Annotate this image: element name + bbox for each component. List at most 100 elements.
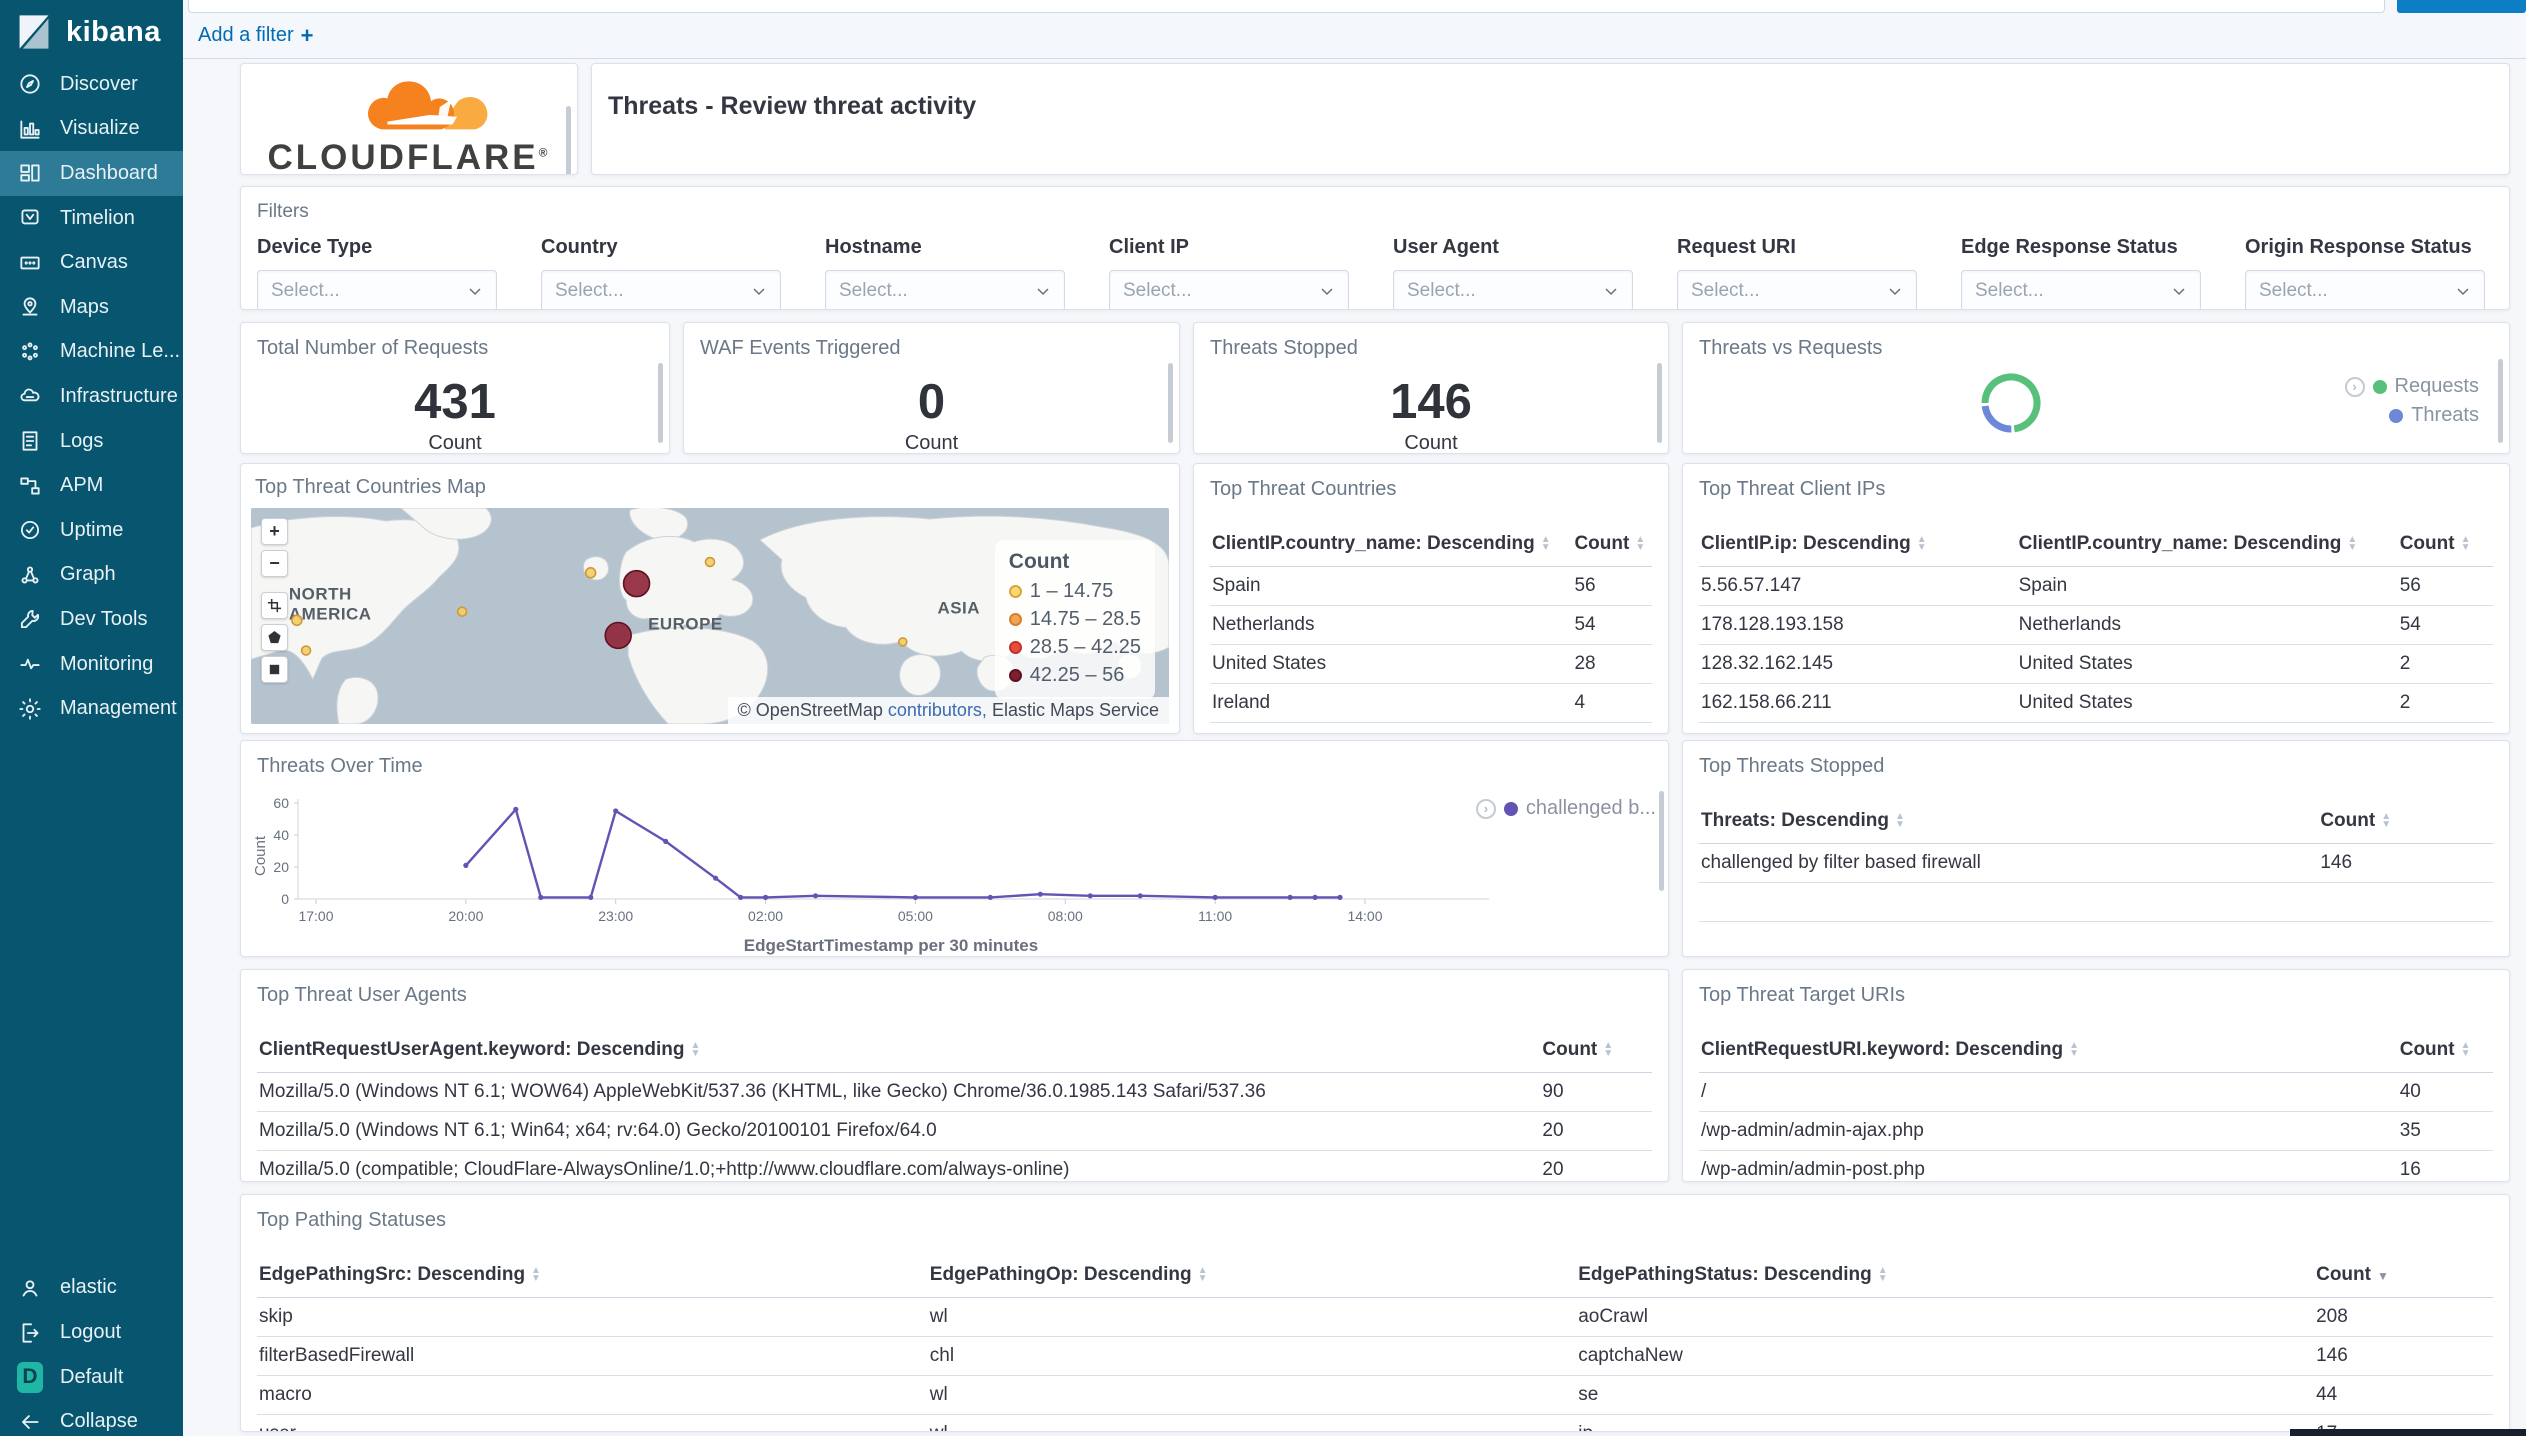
donut-slice-requests[interactable] — [1976, 368, 2045, 437]
sidebar-item-collapse[interactable]: Collapse — [0, 1399, 183, 1436]
column-header-edgepathingstatus-descending[interactable]: EdgePathingStatus: Descending ▲ ▼ — [1576, 1253, 2315, 1298]
filter-select-user-agent[interactable]: Select... — [1393, 269, 1633, 309]
legend-expand-icon[interactable]: › — [2344, 376, 2365, 397]
data-point[interactable] — [663, 838, 669, 844]
y-tick-label: 20 — [273, 859, 289, 875]
sidebar-item-visualize[interactable]: Visualize — [0, 107, 183, 152]
panel-scrollbar[interactable] — [1659, 791, 1664, 891]
attribution-link[interactable]: contributors, — [888, 700, 987, 720]
column-header-edgepathingop-descending[interactable]: EdgePathingOp: Descending ▲ ▼ — [927, 1253, 1577, 1298]
kibana-logo[interactable]: kibana — [0, 0, 183, 62]
data-point[interactable] — [538, 894, 544, 900]
data-point[interactable] — [1087, 893, 1093, 899]
map-marker-ireland[interactable] — [584, 567, 597, 579]
sidebar-item-infrastructure[interactable]: Infrastructure — [0, 374, 183, 419]
panel-scrollbar[interactable] — [566, 106, 571, 174]
crop-button[interactable] — [261, 592, 288, 619]
map-marker-netherlands[interactable] — [622, 569, 651, 598]
sidebar-item-canvas[interactable]: Canvas — [0, 240, 183, 285]
map-marker-us-south[interactable] — [300, 645, 312, 656]
map-marker-china[interactable] — [897, 637, 908, 647]
sidebar-item-elastic[interactable]: elastic — [0, 1266, 183, 1311]
filter-select-request-uri[interactable]: Select... — [1677, 269, 1917, 309]
dashboard-icon — [17, 160, 43, 186]
column-header-clientip-ip-descending[interactable]: ClientIP.ip: Descending ▲ ▼ — [1699, 522, 2017, 567]
polygon-button[interactable] — [261, 624, 288, 651]
data-point[interactable] — [613, 808, 619, 814]
data-point[interactable] — [713, 875, 719, 881]
sidebar-item-machine-le[interactable]: Machine Le... — [0, 330, 183, 375]
data-point[interactable] — [588, 894, 594, 900]
sidebar-item-uptime[interactable]: Uptime — [0, 508, 183, 553]
sidebar-item-default[interactable]: D Default — [0, 1355, 183, 1400]
threats-over-time-chart[interactable]: 0 20 40 60 17:00 20:00 23:00 02:00 05:00 08:00 11:… — [241, 741, 1668, 956]
data-point[interactable] — [762, 894, 769, 900]
panel-scrollbar[interactable] — [2498, 359, 2503, 443]
filter-select-hostname[interactable]: Select... — [825, 269, 1065, 309]
data-point[interactable] — [1212, 894, 1218, 900]
data-point[interactable] — [1337, 894, 1343, 900]
series-color-dot[interactable] — [2389, 408, 2404, 423]
sidebar-item-logs[interactable]: Logs — [0, 419, 183, 464]
sidebar-item-dev-tools[interactable]: Dev Tools — [0, 597, 183, 642]
filter-select-country[interactable]: Select... — [541, 269, 781, 309]
panel-scrollbar[interactable] — [658, 363, 663, 443]
legend-expand-icon[interactable]: › — [1475, 798, 1496, 819]
sidebar-item-logout[interactable]: Logout — [0, 1310, 183, 1355]
filter-select-client-ip[interactable]: Select... — [1109, 269, 1349, 309]
donut-chart[interactable] — [1973, 365, 2049, 441]
column-header-count[interactable]: Count ▲ ▼ — [2397, 522, 2493, 567]
filter-select-edge-response-status[interactable]: Select... — [1961, 269, 2201, 309]
sidebar-item-monitoring[interactable]: Monitoring — [0, 642, 183, 687]
column-header-edgepathingsrc-descending[interactable]: EdgePathingSrc: Descending ▲ ▼ — [257, 1253, 928, 1298]
data-point[interactable] — [463, 862, 469, 868]
column-header-clientrequestuseragent-keyword-descending[interactable]: ClientRequestUserAgent.keyword: Descendi… — [257, 1028, 1541, 1073]
sidebar-item-graph[interactable]: Graph — [0, 553, 183, 598]
add-filter-button[interactable]: Add a filter + — [198, 23, 313, 49]
column-header-count[interactable]: Count ▲ ▼ — [2397, 1028, 2493, 1073]
data-point[interactable] — [1037, 891, 1043, 897]
data-point[interactable] — [1287, 894, 1293, 900]
filter-select-device-type[interactable]: Select... — [257, 269, 497, 309]
map-marker-spain[interactable] — [604, 621, 632, 650]
map-marker-us-east[interactable] — [456, 606, 468, 617]
map-marker-russia-west[interactable] — [704, 556, 716, 568]
column-header-clientip-country-name-descending[interactable]: ClientIP.country_name: Descending ▲ ▼ — [1210, 522, 1573, 567]
sidebar-item-timelion[interactable]: Timelion — [0, 196, 183, 241]
sidebar-item-maps[interactable]: Maps — [0, 285, 183, 330]
sidebar-item-discover[interactable]: Discover — [0, 62, 183, 107]
zoom-out-button[interactable]: − — [261, 550, 288, 577]
column-header-count[interactable]: Count ▲ ▼ — [1572, 522, 1652, 567]
column-header-count[interactable]: Count ▲ ▼ — [1540, 1028, 1652, 1073]
series-line[interactable] — [465, 806, 1340, 899]
zoom-in-button[interactable]: + — [261, 518, 288, 545]
metric-value: 0 — [917, 375, 946, 429]
sidebar-item-management[interactable]: Management — [0, 686, 183, 731]
data-point[interactable] — [812, 893, 819, 899]
map-marker-us-central[interactable] — [291, 614, 303, 627]
world-map[interactable]: NORTH AMERICA EUROPE ASIA + − Count 1 – 14.7… — [251, 508, 1169, 724]
data-point[interactable] — [737, 894, 744, 900]
column-header-count[interactable]: Count ▲ ▼ — [2318, 799, 2493, 844]
data-point[interactable] — [912, 894, 919, 900]
x-tick-label: 23:00 — [598, 908, 633, 924]
series-color-dot[interactable] — [1503, 801, 1518, 816]
sidebar-item-dashboard[interactable]: Dashboard — [0, 151, 183, 196]
update-button[interactable] — [2397, 0, 2526, 13]
column-header-threats-descending[interactable]: Threats: Descending ▲ ▼ — [1699, 799, 2319, 844]
rectangle-button[interactable] — [261, 656, 288, 683]
data-point[interactable] — [513, 806, 519, 812]
panel-scrollbar[interactable] — [1657, 363, 1662, 443]
data-point[interactable] — [1137, 893, 1143, 899]
filter-select-origin-response-status[interactable]: Select... — [2245, 269, 2485, 309]
table-row: Netherlands 54 — [1210, 605, 1652, 645]
series-color-dot[interactable] — [2372, 379, 2387, 394]
column-header-clientip-country-name-descending[interactable]: ClientIP.country_name: Descending ▲ ▼ — [2016, 522, 2398, 567]
data-point[interactable] — [987, 894, 993, 900]
column-header-clientrequesturi-keyword-descending[interactable]: ClientRequestURI.keyword: Descending ▲ ▼ — [1699, 1028, 2398, 1073]
query-bar[interactable] — [188, 0, 2385, 13]
sidebar-item-apm[interactable]: APM — [0, 463, 183, 508]
panel-scrollbar[interactable] — [1168, 363, 1173, 443]
data-point[interactable] — [1312, 894, 1318, 900]
column-header-count[interactable]: Count ▼ — [2314, 1253, 2493, 1298]
